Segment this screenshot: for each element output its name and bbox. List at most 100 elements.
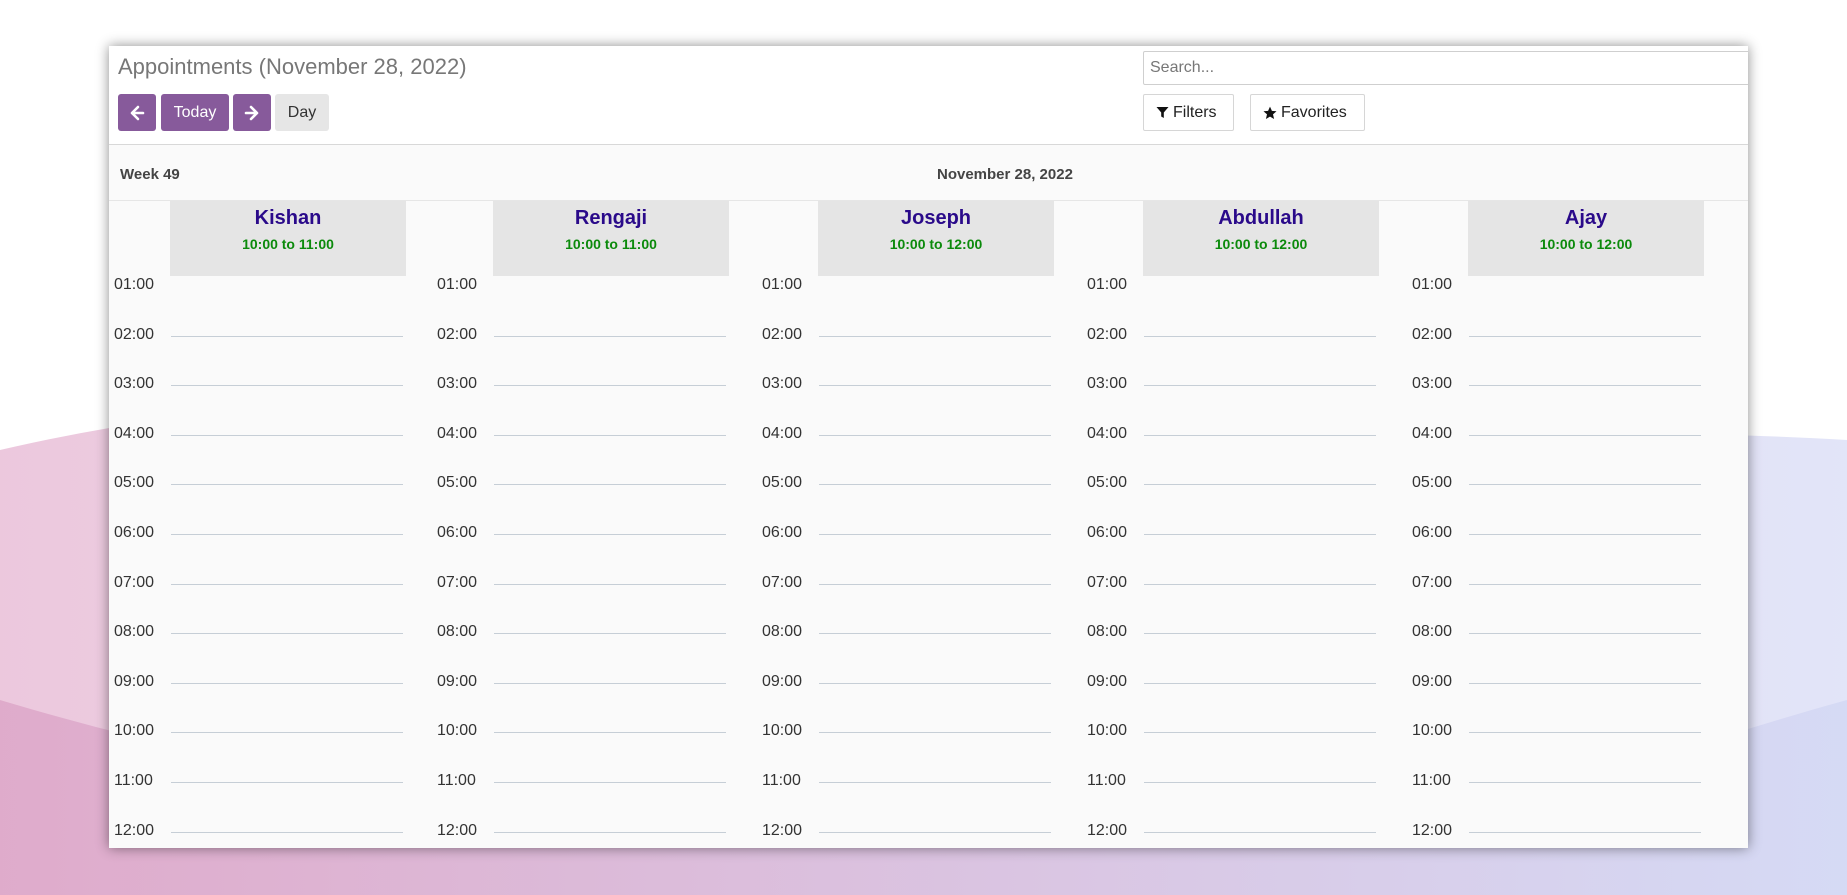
time-slot[interactable] <box>171 434 403 436</box>
time-slot[interactable] <box>1144 335 1376 337</box>
time-slot[interactable] <box>1469 831 1701 833</box>
time-slot[interactable] <box>171 385 403 387</box>
staff-column: Rengaji 10:00 to 11:00 01:00 02:00 03:00 04:0… <box>432 201 755 848</box>
staff-name: Ajay <box>1564 207 1608 229</box>
time-slot[interactable] <box>819 434 1051 436</box>
date-heading: November 28, 2022 <box>937 166 1073 183</box>
time-label: 11:00 <box>1087 772 1126 789</box>
time-label: 08:00 <box>1087 623 1128 641</box>
working-hours: 10:00 to 11:00 <box>565 236 657 252</box>
time-slot[interactable] <box>1144 434 1376 436</box>
time-slot[interactable] <box>819 484 1051 486</box>
time-slot[interactable] <box>171 534 403 535</box>
time-label: 03:00 <box>437 375 478 393</box>
arrow-right-icon <box>244 105 259 120</box>
time-label: 06:00 <box>437 524 478 541</box>
time-slot[interactable] <box>1144 682 1376 684</box>
time-label: 01:00 <box>114 276 155 293</box>
time-label: 03:00 <box>1412 375 1453 393</box>
time-label: 10:00 <box>762 722 803 740</box>
time-slot[interactable] <box>819 583 1051 585</box>
time-slot[interactable] <box>1469 633 1701 635</box>
staff-name: Kishan <box>254 207 322 229</box>
time-label: 01:00 <box>762 276 803 293</box>
time-slot[interactable] <box>494 434 726 436</box>
next-button[interactable] <box>233 94 271 131</box>
time-slot[interactable] <box>171 335 403 337</box>
time-slot[interactable] <box>819 682 1051 684</box>
time-label: 07:00 <box>437 573 478 591</box>
staff-header[interactable]: Joseph 10:00 to 12:00 <box>818 201 1054 276</box>
time-slot[interactable] <box>1144 583 1376 585</box>
time-label: 09:00 <box>1087 672 1128 690</box>
staff-name: Joseph <box>900 207 972 229</box>
time-slot[interactable] <box>494 831 726 833</box>
time-slot[interactable] <box>1469 434 1701 436</box>
time-slot[interactable] <box>819 732 1051 734</box>
time-label: 03:00 <box>114 375 155 393</box>
time-slot[interactable] <box>819 534 1051 535</box>
time-slot[interactable] <box>819 385 1051 387</box>
time-slot[interactable] <box>171 682 403 684</box>
time-slot[interactable] <box>819 335 1051 337</box>
time-slot[interactable] <box>494 484 726 486</box>
time-slot[interactable] <box>1469 583 1701 585</box>
time-slot[interactable] <box>494 732 726 734</box>
previous-button[interactable] <box>118 94 156 131</box>
time-slot[interactable] <box>819 633 1051 635</box>
time-slot[interactable] <box>1144 782 1376 783</box>
time-slot[interactable] <box>1469 782 1701 783</box>
time-label: 02:00 <box>114 325 155 343</box>
time-label: 09:00 <box>114 672 155 690</box>
time-slot[interactable] <box>171 633 403 635</box>
time-slot[interactable] <box>1469 732 1701 734</box>
time-slot[interactable] <box>494 782 726 783</box>
time-slot[interactable] <box>171 732 403 734</box>
time-label: 06:00 <box>1412 524 1453 541</box>
time-slot[interactable] <box>1144 831 1376 833</box>
time-slot[interactable] <box>819 831 1051 833</box>
time-slot[interactable] <box>494 534 726 535</box>
time-slot[interactable] <box>494 385 726 387</box>
staff-header[interactable]: Abdullah 10:00 to 12:00 <box>1143 201 1379 276</box>
time-slot[interactable] <box>1144 484 1376 486</box>
time-label: 01:00 <box>437 276 478 293</box>
time-slot[interactable] <box>494 583 726 585</box>
time-slot[interactable] <box>494 633 726 635</box>
time-slot[interactable] <box>1469 534 1701 535</box>
day-view-button[interactable]: Day <box>275 94 329 131</box>
time-slot[interactable] <box>1144 732 1376 734</box>
date-header: Week 49 November 28, 2022 <box>109 145 1748 201</box>
time-slot[interactable] <box>1144 534 1376 535</box>
time-slot[interactable] <box>1469 682 1701 684</box>
time-slot[interactable] <box>494 682 726 684</box>
time-slot[interactable] <box>1144 385 1376 387</box>
star-icon <box>1263 106 1277 120</box>
time-label: 05:00 <box>114 474 155 492</box>
time-slot[interactable] <box>171 583 403 585</box>
time-slot[interactable] <box>171 831 403 833</box>
filter-icon <box>1156 106 1169 119</box>
staff-header[interactable]: Ajay 10:00 to 12:00 <box>1468 201 1704 276</box>
time-slot[interactable] <box>819 782 1051 783</box>
time-slot[interactable] <box>1469 385 1701 387</box>
time-label: 06:00 <box>114 524 155 541</box>
time-slot[interactable] <box>171 782 403 783</box>
time-label: 01:00 <box>1087 276 1128 293</box>
filters-button[interactable]: Filters <box>1143 94 1234 131</box>
favorites-button[interactable]: Favorites <box>1250 94 1365 131</box>
search-input[interactable] <box>1143 51 1748 85</box>
time-slot[interactable] <box>1469 484 1701 486</box>
time-label: 04:00 <box>1412 424 1453 442</box>
time-label: 01:00 <box>1412 276 1453 293</box>
today-button[interactable]: Today <box>161 94 229 131</box>
staff-header[interactable]: Rengaji 10:00 to 11:00 <box>493 201 729 276</box>
staff-header[interactable]: Kishan 10:00 to 11:00 <box>170 201 406 276</box>
time-slot[interactable] <box>171 484 403 486</box>
time-label: 06:00 <box>762 524 803 541</box>
time-label: 08:00 <box>762 623 803 641</box>
time-slot[interactable] <box>1469 335 1701 337</box>
time-label: 04:00 <box>1087 424 1128 442</box>
time-slot[interactable] <box>1144 633 1376 635</box>
time-slot[interactable] <box>494 335 726 337</box>
